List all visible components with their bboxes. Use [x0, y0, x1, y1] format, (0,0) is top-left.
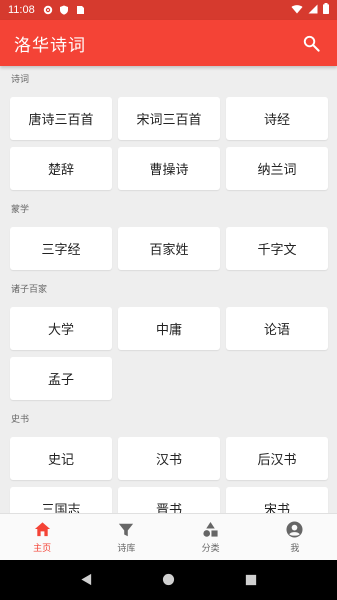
book-card[interactable]: 百家姓	[118, 227, 220, 270]
nav-library[interactable]: 诗库	[84, 514, 168, 560]
book-card[interactable]: 论语	[226, 307, 328, 350]
book-card[interactable]: 史记	[10, 437, 112, 480]
sim-card-icon	[75, 5, 85, 15]
book-card[interactable]: 宋书	[226, 487, 328, 513]
nav-home[interactable]: 主页	[0, 514, 84, 560]
book-grid: 唐诗三百首 宋词三百首 诗经 楚辞 曹操诗 纳兰词	[0, 91, 337, 196]
book-grid: 史记 汉书 后汉书 三国志 晋书 宋书	[0, 431, 337, 513]
book-card[interactable]: 诗经	[226, 97, 328, 140]
home-circle-icon[interactable]	[162, 571, 175, 590]
book-card[interactable]: 宋词三百首	[118, 97, 220, 140]
nav-me-label: 我	[290, 543, 300, 554]
bottom-navigation: 主页 诗库 分类 我	[0, 513, 337, 560]
book-card[interactable]: 千字文	[226, 227, 328, 270]
book-grid: 大学 中庸 论语 孟子	[0, 301, 337, 406]
settings-icon	[43, 5, 53, 15]
section: 诗词 唐诗三百首 宋词三百首 诗经 楚辞 曹操诗 纳兰词	[0, 66, 337, 196]
status-bar: 11:08	[0, 0, 337, 20]
section: 史书 史记 汉书 后汉书 三国志 晋书 宋书	[0, 406, 337, 513]
app-title: 洛华诗词	[14, 35, 86, 56]
recents-icon[interactable]	[245, 571, 257, 590]
status-time: 11:08	[8, 4, 35, 16]
book-card[interactable]: 三国志	[10, 487, 112, 513]
section-header: 诗词	[11, 75, 30, 85]
category-list[interactable]: 诗词 唐诗三百首 宋词三百首 诗经 楚辞 曹操诗 纳兰词 蒙学 三字经 百家姓 …	[0, 66, 337, 513]
book-card[interactable]: 大学	[10, 307, 112, 350]
nav-library-label: 诗库	[117, 543, 136, 554]
book-card[interactable]: 曹操诗	[118, 147, 220, 190]
battery-icon	[323, 3, 329, 17]
filter-icon	[117, 521, 135, 539]
book-card[interactable]: 纳兰词	[226, 147, 328, 190]
section-header: 史书	[11, 415, 30, 425]
account-icon	[286, 521, 304, 539]
book-card[interactable]: 三字经	[10, 227, 112, 270]
book-card[interactable]: 晋书	[118, 487, 220, 513]
app-bar: 洛华诗词	[0, 20, 337, 66]
home-icon	[33, 521, 51, 539]
section-header: 诸子百家	[11, 285, 48, 295]
section-header: 蒙学	[11, 205, 30, 215]
book-card[interactable]: 楚辞	[10, 147, 112, 190]
nav-category[interactable]: 分类	[169, 514, 253, 560]
book-card[interactable]: 唐诗三百首	[10, 97, 112, 140]
category-icon	[202, 521, 220, 539]
book-card[interactable]: 中庸	[118, 307, 220, 350]
system-navigation-bar	[0, 560, 337, 600]
nav-me[interactable]: 我	[253, 514, 337, 560]
section: 诸子百家 大学 中庸 论语 孟子	[0, 276, 337, 406]
nav-category-label: 分类	[201, 543, 220, 554]
search-icon[interactable]	[299, 31, 323, 55]
book-grid: 三字经 百家姓 千字文	[0, 221, 337, 276]
back-icon[interactable]	[80, 571, 93, 590]
book-card[interactable]: 孟子	[10, 357, 112, 400]
shield-icon	[59, 5, 69, 15]
nav-home-label: 主页	[33, 543, 52, 554]
wifi-icon	[291, 4, 303, 17]
section: 蒙学 三字经 百家姓 千字文	[0, 196, 337, 276]
signal-icon	[308, 4, 318, 17]
book-card[interactable]: 汉书	[118, 437, 220, 480]
book-card[interactable]: 后汉书	[226, 437, 328, 480]
